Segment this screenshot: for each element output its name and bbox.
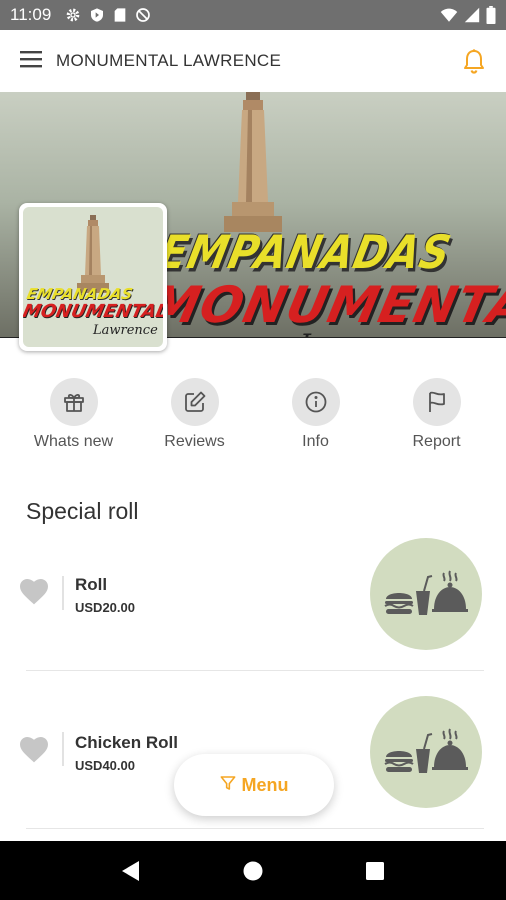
system-nav-bar	[0, 841, 506, 900]
item-price: USD40.00	[75, 758, 135, 773]
food-icon	[370, 696, 482, 808]
bell-icon[interactable]	[462, 48, 486, 74]
logo-text-line3: Lawrence	[93, 323, 158, 338]
battery-icon	[486, 6, 496, 24]
item-name: Chicken Roll	[75, 733, 178, 752]
item-separator	[26, 670, 484, 671]
heart-icon[interactable]	[18, 734, 50, 769]
no-sim-icon	[135, 7, 151, 23]
item-price: USD20.00	[75, 600, 135, 615]
wifi-icon	[440, 7, 458, 23]
section-title: Special roll	[26, 498, 139, 524]
logo-tower-graphic	[77, 215, 109, 293]
menu-item[interactable]: Roll USD20.00	[0, 538, 506, 658]
item-separator	[26, 828, 484, 829]
app-bar: MONUMENTAL LAWRENCE	[0, 30, 506, 92]
action-label: Report	[412, 433, 461, 450]
action-row: Whats new Reviews Info Report	[0, 378, 506, 451]
hamburger-menu-icon[interactable]	[20, 50, 42, 73]
status-right	[440, 6, 496, 24]
restaurant-logo: EMPANADAS MONUMENTAL Lawrence	[19, 203, 167, 351]
logo-text-line2: MONUMENTAL	[23, 301, 163, 322]
signal-icon	[464, 7, 480, 23]
status-bar: 11:09	[0, 0, 506, 30]
home-icon[interactable]	[242, 860, 264, 882]
report-button[interactable]: Report	[376, 378, 497, 451]
info-button[interactable]: Info	[255, 378, 376, 451]
reviews-button[interactable]: Reviews	[134, 378, 255, 451]
gear-icon	[65, 7, 81, 23]
back-icon[interactable]	[121, 860, 141, 882]
app-title: MONUMENTAL LAWRENCE	[56, 51, 282, 70]
edit-icon	[170, 378, 219, 426]
food-icon	[370, 538, 482, 650]
info-icon	[291, 378, 340, 426]
heart-icon[interactable]	[18, 576, 50, 611]
gift-icon	[49, 378, 98, 426]
banner-text-line2: MONUMENTAL	[143, 276, 506, 334]
action-label: Info	[302, 433, 329, 450]
sd-card-icon	[113, 7, 127, 23]
banner-text-line3: Lawrence	[300, 328, 440, 337]
flag-icon	[412, 378, 461, 426]
whats-new-button[interactable]: Whats new	[13, 378, 134, 451]
item-name: Roll	[75, 575, 108, 594]
item-divider	[62, 732, 64, 766]
action-label: Whats new	[33, 433, 114, 450]
recents-icon[interactable]	[365, 861, 385, 881]
menu-button[interactable]: Menu	[174, 754, 334, 816]
filter-icon	[220, 774, 236, 797]
action-label: Reviews	[164, 433, 225, 450]
monument-tower-graphic	[224, 92, 282, 232]
shield-icon	[89, 7, 105, 23]
banner-text-line1: EMPANADAS	[154, 226, 456, 280]
menu-button-label: Menu	[241, 774, 289, 795]
status-time: 11:09	[10, 5, 52, 24]
item-divider	[62, 576, 64, 610]
status-icons	[65, 7, 151, 23]
